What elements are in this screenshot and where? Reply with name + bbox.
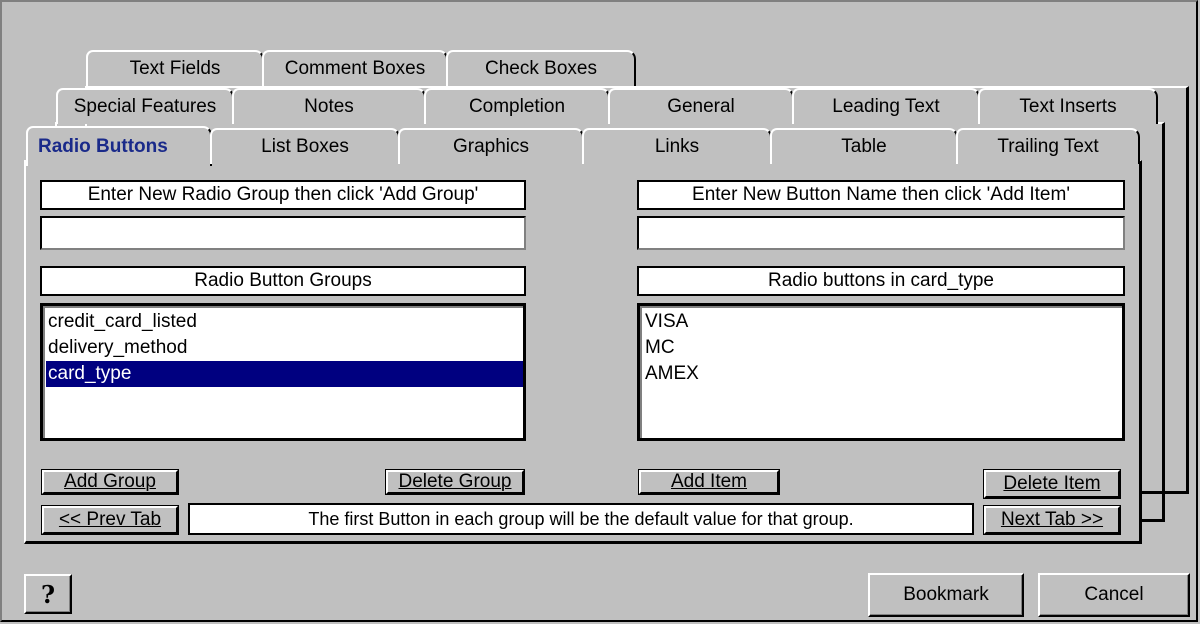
group-item-card-type[interactable]: card_type	[46, 361, 523, 387]
tab-table[interactable]: Table	[770, 128, 958, 164]
tab-text-inserts[interactable]: Text Inserts	[978, 88, 1158, 124]
tab-special-features[interactable]: Special Features	[56, 88, 234, 124]
bookmark-button[interactable]: Bookmark	[868, 573, 1024, 617]
status-message: The first Button in each group will be t…	[188, 503, 974, 535]
tab-general[interactable]: General	[608, 88, 794, 124]
help-button[interactable]: ?	[24, 574, 72, 614]
prev-tab-button[interactable]: << Prev Tab	[42, 506, 178, 534]
tab-links[interactable]: Links	[582, 128, 772, 164]
group-item-credit-card-listed[interactable]: credit_card_listed	[46, 309, 523, 335]
next-tab-button[interactable]: Next Tab >>	[984, 506, 1120, 534]
group-item-delivery-method[interactable]: delivery_method	[46, 335, 523, 361]
tab-check-boxes[interactable]: Check Boxes	[446, 50, 636, 86]
buttons-list-header: Radio buttons in card_type	[637, 266, 1125, 296]
delete-group-button[interactable]: Delete Group	[386, 470, 524, 494]
button-item-visa[interactable]: VISA	[643, 309, 1122, 335]
tab-text-fields[interactable]: Text Fields	[86, 50, 264, 86]
group-name-input[interactable]	[40, 216, 526, 250]
groups-listbox[interactable]: credit_card_listed delivery_method card_…	[40, 303, 526, 441]
add-group-button[interactable]: Add Group	[42, 470, 178, 494]
help-icon: ?	[40, 579, 56, 609]
delete-item-button[interactable]: Delete Item	[984, 470, 1120, 498]
tab-comment-boxes[interactable]: Comment Boxes	[262, 50, 448, 86]
tab-leading-text[interactable]: Leading Text	[792, 88, 980, 124]
tab-notes[interactable]: Notes	[232, 88, 426, 124]
tab-graphics[interactable]: Graphics	[398, 128, 584, 164]
tab-trailing-text[interactable]: Trailing Text	[956, 128, 1140, 164]
button-item-mc[interactable]: MC	[643, 335, 1122, 361]
button-item-amex[interactable]: AMEX	[643, 361, 1122, 387]
button-name-input[interactable]	[637, 216, 1125, 250]
tab-list-boxes[interactable]: List Boxes	[210, 128, 400, 164]
group-instruction-label: Enter New Radio Group then click 'Add Gr…	[40, 180, 526, 210]
add-item-button[interactable]: Add Item	[639, 470, 779, 494]
buttons-listbox[interactable]: VISA MC AMEX	[637, 303, 1125, 441]
button-instruction-label: Enter New Button Name then click 'Add It…	[637, 180, 1125, 210]
cancel-button[interactable]: Cancel	[1038, 573, 1190, 617]
tab-radio-buttons[interactable]: Radio Buttons	[26, 126, 212, 166]
groups-list-header: Radio Button Groups	[40, 266, 526, 296]
tab-completion[interactable]: Completion	[424, 88, 610, 124]
